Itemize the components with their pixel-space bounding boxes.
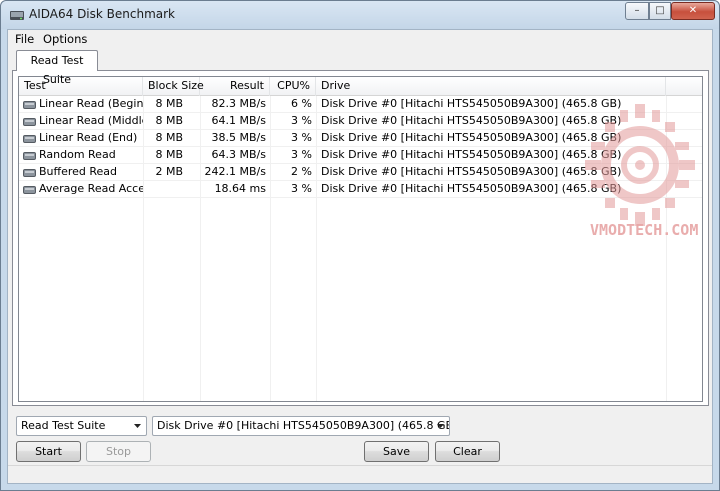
aida64-app-icon bbox=[10, 11, 24, 20]
cell-cpu: 3 % bbox=[291, 182, 312, 195]
test-suite-select[interactable]: Read Test Suite bbox=[16, 416, 147, 436]
hard-disk-icon bbox=[23, 186, 36, 194]
cell-result: 64.1 MB/s bbox=[211, 114, 266, 127]
cell-result: 38.5 MB/s bbox=[211, 131, 266, 144]
hard-disk-icon bbox=[23, 118, 36, 126]
cell-block-size: 2 MB bbox=[155, 165, 183, 178]
cell-cpu: 3 % bbox=[291, 114, 312, 127]
cell-cpu: 3 % bbox=[291, 131, 312, 144]
chevron-down-icon bbox=[437, 424, 444, 428]
chevron-down-icon bbox=[134, 424, 141, 428]
tab-read-test-suite[interactable]: Read Test Suite bbox=[16, 50, 98, 86]
cell-test: Linear Read (Begin) bbox=[39, 97, 143, 110]
column-header-block-size[interactable]: Block Size bbox=[143, 77, 204, 96]
cell-result: 82.3 MB/s bbox=[211, 97, 266, 110]
title-bar[interactable]: AIDA64 Disk Benchmark – □ ✕ bbox=[1, 1, 719, 29]
cell-cpu: 3 % bbox=[291, 148, 312, 161]
hard-disk-icon bbox=[23, 101, 36, 109]
cell-test: Linear Read (Middle) bbox=[39, 114, 143, 127]
cell-result: 242.1 MB/s bbox=[204, 165, 266, 178]
hard-disk-icon bbox=[23, 169, 36, 177]
cell-result: 18.64 ms bbox=[214, 182, 266, 195]
list-header: Test Block Size Result CPU% Drive bbox=[19, 77, 702, 96]
save-button[interactable]: Save bbox=[364, 441, 429, 462]
window-title: AIDA64 Disk Benchmark bbox=[29, 7, 176, 21]
status-bar bbox=[8, 465, 712, 483]
cell-block-size: 8 MB bbox=[155, 97, 183, 110]
stop-button[interactable]: Stop bbox=[86, 441, 151, 462]
results-list[interactable]: Test Block Size Result CPU% Drive Linear… bbox=[18, 76, 703, 402]
cell-test: Average Read Access bbox=[39, 182, 143, 195]
menu-bar: File Options bbox=[8, 30, 712, 48]
table-row[interactable]: Random Read 8 MB 64.3 MB/s 3 % Disk Drive #0… bbox=[19, 147, 702, 164]
cell-drive: Disk Drive #0 [Hitachi HTS545050B9A300] … bbox=[321, 114, 622, 127]
cell-test: Random Read bbox=[39, 148, 116, 161]
table-row[interactable]: Buffered Read 2 MB 242.1 MB/s 2 % Disk Drive… bbox=[19, 164, 702, 181]
client-area: File Options Read Test Suite Test Block … bbox=[7, 29, 713, 484]
drive-select-value: Disk Drive #0 [Hitachi HTS545050B9A300] … bbox=[157, 419, 450, 432]
cell-drive: Disk Drive #0 [Hitachi HTS545050B9A300] … bbox=[321, 165, 622, 178]
cell-result: 64.3 MB/s bbox=[211, 148, 266, 161]
hard-disk-icon bbox=[23, 135, 36, 143]
table-row[interactable]: Linear Read (End) 8 MB 38.5 MB/s 3 % Disk Dr… bbox=[19, 130, 702, 147]
cell-drive: Disk Drive #0 [Hitachi HTS545050B9A300] … bbox=[321, 131, 622, 144]
tab-panel: Test Block Size Result CPU% Drive Linear… bbox=[12, 70, 709, 406]
column-header-test[interactable]: Test bbox=[19, 77, 143, 96]
cell-block-size: 8 MB bbox=[155, 114, 183, 127]
cell-cpu: 6 % bbox=[291, 97, 312, 110]
maximize-button[interactable]: □ bbox=[649, 2, 671, 20]
cell-test: Linear Read (End) bbox=[39, 131, 138, 144]
test-suite-select-value: Read Test Suite bbox=[21, 419, 106, 432]
close-button[interactable]: ✕ bbox=[671, 2, 715, 20]
menu-options[interactable]: Options bbox=[43, 31, 87, 47]
cell-test: Buffered Read bbox=[39, 165, 118, 178]
column-header-result[interactable]: Result bbox=[200, 77, 270, 96]
menu-file[interactable]: File bbox=[15, 31, 34, 47]
cell-block-size bbox=[143, 181, 183, 197]
app-window: AIDA64 Disk Benchmark – □ ✕ File Options… bbox=[0, 0, 720, 491]
clear-button[interactable]: Clear bbox=[435, 441, 500, 462]
minimize-button[interactable]: – bbox=[625, 2, 649, 20]
table-row[interactable]: Average Read Access 18.64 ms 3 % Disk Drive… bbox=[19, 181, 702, 198]
column-header-drive[interactable]: Drive bbox=[316, 77, 666, 96]
start-button[interactable]: Start bbox=[16, 441, 81, 462]
cell-drive: Disk Drive #0 [Hitachi HTS545050B9A300] … bbox=[321, 97, 622, 110]
cell-block-size: 8 MB bbox=[155, 131, 183, 144]
cell-block-size: 8 MB bbox=[155, 148, 183, 161]
table-row[interactable]: Linear Read (Middle) 8 MB 64.1 MB/s 3 % Disk… bbox=[19, 113, 702, 130]
table-row[interactable]: Linear Read (Begin) 8 MB 82.3 MB/s 6 % Disk … bbox=[19, 96, 702, 113]
hard-disk-icon bbox=[23, 152, 36, 160]
cell-drive: Disk Drive #0 [Hitachi HTS545050B9A300] … bbox=[321, 148, 622, 161]
cell-drive: Disk Drive #0 [Hitachi HTS545050B9A300] … bbox=[321, 182, 622, 195]
cell-cpu: 2 % bbox=[291, 165, 312, 178]
drive-select[interactable]: Disk Drive #0 [Hitachi HTS545050B9A300] … bbox=[152, 416, 450, 436]
column-header-cpu[interactable]: CPU% bbox=[270, 77, 316, 96]
watermark-text: VMODTECH.COM bbox=[590, 221, 699, 239]
